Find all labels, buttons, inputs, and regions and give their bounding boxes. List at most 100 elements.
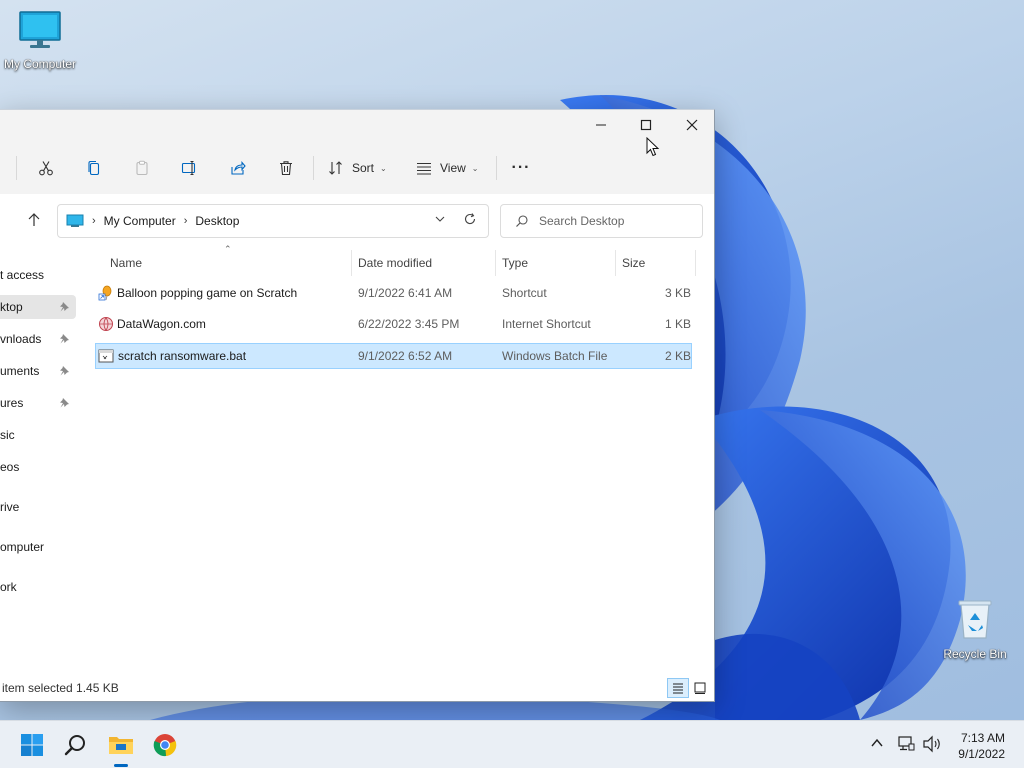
column-header-label: Type [502, 256, 529, 270]
command-bar: Sort ⌄ View ⌄ ··· [0, 144, 714, 192]
breadcrumb-separator-icon: › [92, 215, 96, 227]
maximize-icon [640, 119, 652, 131]
breadcrumb-separator-icon: › [183, 215, 188, 227]
system-clock[interactable]: 7:13 AM 9/1/2022 [958, 730, 1005, 762]
rename-icon [181, 160, 196, 176]
toolbar-separator [496, 156, 497, 180]
file-type: Internet Shortcut [502, 317, 591, 331]
refresh-button[interactable] [463, 212, 477, 229]
search-box[interactable] [500, 204, 703, 238]
sort-button[interactable]: Sort ⌄ [328, 152, 387, 184]
file-size: 1 KB [665, 317, 692, 331]
sort-label: Sort [352, 161, 375, 175]
details-view-icon [673, 683, 683, 694]
sidebar-item-documents[interactable]: uments [0, 359, 76, 383]
file-name: scratch ransomware.bat [118, 349, 247, 363]
status-text: item selected 1.45 KB [2, 681, 119, 695]
file-row[interactable]: DataWagon.com 6/22/2022 3:45 PM Internet… [95, 312, 692, 338]
cut-button[interactable] [30, 152, 62, 184]
desktop-icon-recycle-bin[interactable]: Recycle Bin [935, 598, 1015, 661]
minimize-icon [596, 124, 606, 126]
column-header-name[interactable]: Name [110, 250, 142, 276]
share-button[interactable] [222, 152, 254, 184]
sidebar-item-desktop[interactable]: ktop [0, 295, 76, 319]
shortcut-icon [98, 285, 112, 301]
sidebar-item-label: uments [0, 364, 40, 378]
internet-shortcut-icon [99, 317, 113, 331]
file-explorer-window: Sort ⌄ View ⌄ ··· › › My Co [0, 109, 715, 702]
details-view-button[interactable] [667, 678, 689, 698]
recycle-bin-icon [958, 600, 992, 639]
toolbar-separator [313, 156, 314, 180]
maximize-button[interactable] [623, 110, 669, 140]
close-button[interactable] [669, 110, 715, 140]
large-icons-view-button[interactable] [689, 678, 711, 698]
sidebar-item-quick-access[interactable]: t access [0, 263, 76, 287]
taskbar-chrome[interactable] [145, 725, 185, 765]
column-divider[interactable] [495, 250, 496, 276]
sidebar-item-label: ork [0, 580, 17, 594]
taskbar-search-button[interactable] [56, 725, 96, 765]
up-button[interactable] [26, 212, 42, 231]
more-options-icon: ··· [511, 159, 531, 176]
column-divider[interactable] [615, 250, 616, 276]
address-dropdown-button[interactable] [434, 213, 446, 228]
refresh-icon [464, 213, 476, 225]
chevron-up-icon [871, 738, 883, 747]
column-divider[interactable] [695, 250, 696, 276]
column-header-date-modified[interactable]: Date modified [358, 250, 432, 276]
column-header-type[interactable]: Type [502, 250, 528, 276]
copy-button[interactable] [78, 152, 110, 184]
pin-icon [60, 334, 69, 344]
search-icon [516, 215, 528, 227]
file-row[interactable]: Balloon popping game on Scratch 9/1/2022… [95, 281, 692, 307]
folder-icon [109, 737, 133, 754]
show-hidden-icons-button[interactable] [870, 737, 884, 752]
chevron-down-icon [435, 216, 445, 222]
navigation-bar: › › My Computer › Desktop [0, 194, 714, 242]
more-options-button[interactable]: ··· [505, 152, 537, 184]
file-date: 6/22/2022 3:45 PM [358, 317, 460, 331]
scissors-icon [39, 161, 53, 176]
minimize-button[interactable] [578, 110, 624, 140]
toolbar-separator [16, 156, 17, 180]
active-app-indicator [114, 764, 128, 767]
column-header-label: Name [110, 256, 143, 270]
breadcrumb-desktop[interactable]: Desktop [195, 214, 239, 228]
sidebar-item-label: omputer [0, 540, 45, 554]
paste-button[interactable] [126, 152, 158, 184]
column-divider[interactable] [351, 250, 352, 276]
desktop-icon-my-computer[interactable]: My Computer [0, 10, 80, 71]
arrow-up-icon [28, 213, 40, 226]
sidebar-item-onedrive[interactable]: rive [0, 495, 76, 519]
network-icon [898, 736, 915, 751]
sidebar-item-pictures[interactable]: ures [0, 391, 76, 415]
network-status-button[interactable] [897, 735, 915, 756]
breadcrumb-my-computer[interactable]: My Computer [104, 214, 176, 228]
sidebar-item-music[interactable]: sic [0, 423, 76, 447]
sort-ascending-icon: ⌃ [224, 244, 232, 254]
trash-icon [280, 161, 292, 176]
sidebar-item-network[interactable]: ork [0, 575, 76, 599]
speaker-icon [923, 735, 940, 753]
rename-button[interactable] [174, 152, 206, 184]
chrome-icon [153, 734, 177, 757]
view-button[interactable]: View ⌄ [416, 152, 479, 184]
column-header-size[interactable]: Size [622, 250, 645, 276]
file-row-selected[interactable]: scratch ransomware.bat 9/1/2022 6:52 AM … [95, 343, 692, 369]
address-bar[interactable]: › My Computer › Desktop [57, 204, 489, 238]
volume-button[interactable] [922, 735, 942, 756]
view-label: View [440, 161, 466, 175]
pin-icon [60, 302, 69, 312]
search-input[interactable] [539, 214, 689, 228]
close-icon [686, 119, 698, 131]
delete-button[interactable] [270, 152, 302, 184]
clock-time: 7:13 AM [960, 731, 1005, 745]
taskbar: 7:13 AM 9/1/2022 [0, 720, 1024, 768]
sidebar-item-videos[interactable]: eos [0, 455, 76, 479]
search-icon [64, 735, 85, 756]
sidebar-item-my-computer[interactable]: omputer [0, 535, 76, 559]
sidebar-item-downloads[interactable]: vnloads [0, 327, 76, 351]
taskbar-file-explorer[interactable] [101, 725, 141, 767]
start-button[interactable] [12, 725, 52, 765]
